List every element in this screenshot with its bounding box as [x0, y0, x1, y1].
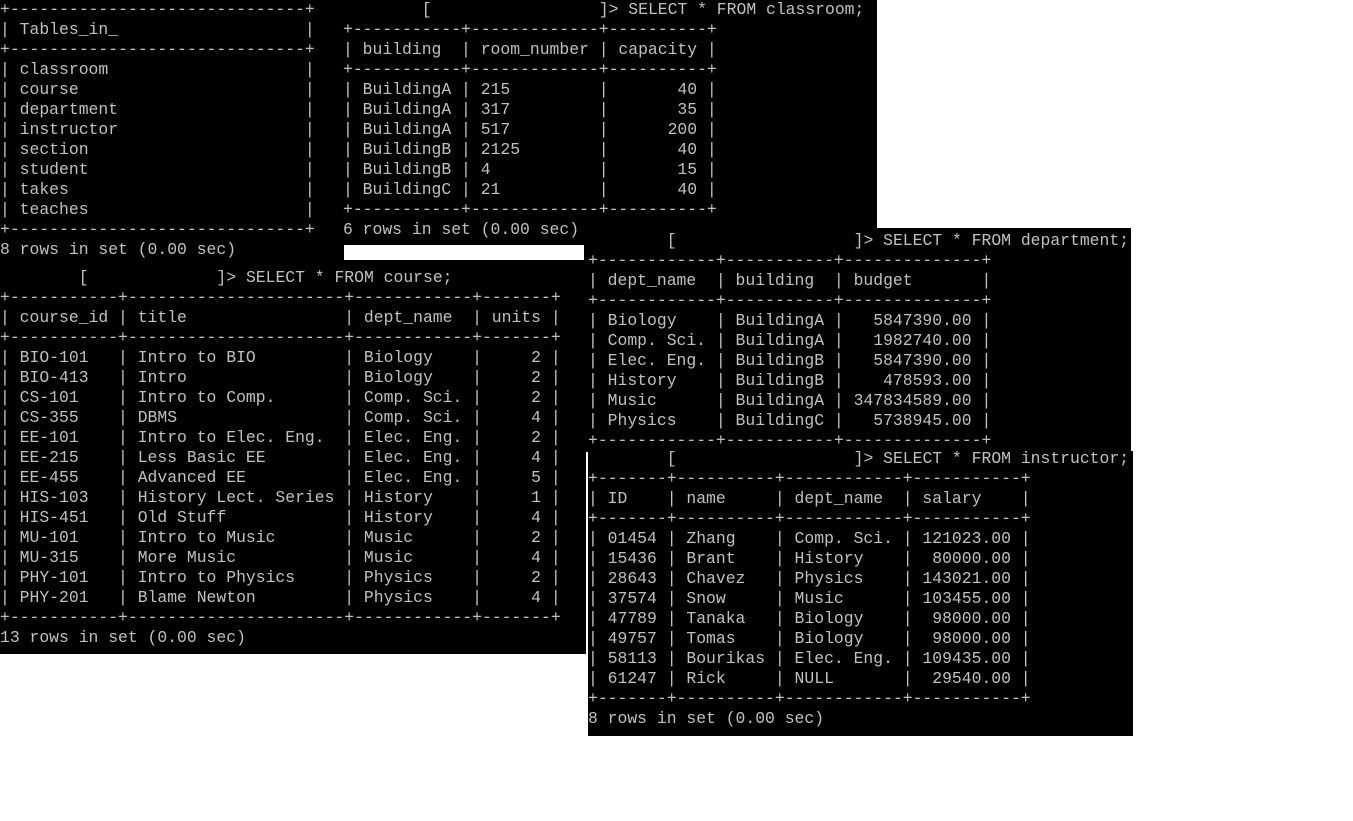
table-row: | EE-455 | Advanced EE | Elec. Eng. | 5 …: [0, 468, 561, 487]
table-border: +-----------+-------------+----------+: [343, 200, 717, 219]
table-row: | BuildingB | 4 | 15 |: [343, 160, 717, 179]
table-border: +------------------------------+: [0, 0, 315, 19]
instructor-output: [ ]> SELECT * FROM instructor; +-------+-…: [588, 451, 1129, 729]
table-border: +-----------+-------------+----------+: [343, 60, 717, 79]
table-row: | HIS-103 | History Lect. Series | Histo…: [0, 488, 561, 507]
table-row: | 61247 | Rick | NULL | 29540.00 |: [588, 669, 1031, 688]
table-row: | BuildingB | 2125 | 40 |: [343, 140, 717, 159]
table-row: | BuildingA | 215 | 40 |: [343, 80, 717, 99]
table-row: | takes |: [0, 180, 315, 199]
department-panel: [ ]> SELECT * FROM department; +---------…: [586, 228, 1131, 452]
table-header-row: | course_id | title | dept_name | units …: [0, 308, 561, 327]
table-row: | MU-101 | Intro to Music | Music | 2 |: [0, 528, 561, 547]
prompt-close: ]>: [853, 451, 884, 468]
status-line: 8 rows in set (0.00 sec): [588, 709, 825, 728]
table-row: | HIS-451 | Old Stuff | History | 4 |: [0, 508, 561, 527]
table-row: | teaches |: [0, 200, 315, 219]
tables-panel: +------------------------------+ | Tables…: [0, 0, 342, 260]
table-row: | Comp. Sci. | BuildingA | 1982740.00 |: [588, 331, 992, 350]
table-border: +------------+-----------+--------------…: [588, 291, 992, 310]
redacted-db-name: [432, 0, 599, 19]
table-row: | PHY-101 | Intro to Physics | Physics |…: [0, 568, 561, 587]
table-row: | 49757 | Tomas | Biology | 98000.00 |: [588, 629, 1031, 648]
table-border: +-------+----------+------------+-------…: [588, 469, 1031, 488]
table-header-row: | building | room_number | capacity |: [343, 40, 717, 59]
sql-query: SELECT * FROM department;: [883, 231, 1130, 250]
table-border: +-------+----------+------------+-------…: [588, 689, 1031, 708]
table-row: | PHY-201 | Blame Newton | Physics | 4 |: [0, 588, 561, 607]
table-row: | MU-315 | More Music | Music | 4 |: [0, 548, 561, 567]
table-border: +------------+-----------+--------------…: [588, 431, 992, 450]
table-row: | 37574 | Snow | Music | 103455.00 |: [588, 589, 1031, 608]
table-row: | student |: [0, 160, 315, 179]
table-border: +-----------+----------------------+----…: [0, 288, 561, 307]
prompt-close: ]>: [598, 0, 629, 19]
table-row: | Biology | BuildingA | 5847390.00 |: [588, 311, 992, 330]
table-header-row: | Tables_in_ |: [0, 20, 315, 39]
table-row: | 47789 | Tanaka | Biology | 98000.00 |: [588, 609, 1031, 628]
table-border: +-------+----------+------------+-------…: [588, 509, 1031, 528]
redacted-db-name: [89, 268, 217, 287]
table-row: | Music | BuildingA | 347834589.00 |: [588, 391, 992, 410]
table-row: | EE-215 | Less Basic EE | Elec. Eng. | …: [0, 448, 561, 467]
table-row: | CS-355 | DBMS | Comp. Sci. | 4 |: [0, 408, 561, 427]
table-header-row: | ID | name | dept_name | salary |: [588, 489, 1031, 508]
table-header-row: | dept_name | building | budget |: [588, 271, 992, 290]
table-border: +------------+-----------+--------------…: [588, 251, 992, 270]
redacted-db-name: [677, 451, 854, 468]
table-border: +-----------+-------------+----------+: [343, 20, 717, 39]
table-row: | section |: [0, 140, 315, 159]
table-border: +-----------+----------------------+----…: [0, 608, 561, 627]
sql-query: SELECT * FROM instructor;: [883, 451, 1130, 468]
table-row: | BIO-413 | Intro | Biology | 2 |: [0, 368, 561, 387]
prompt-line: [ ]> SELECT * FROM instructor;: [588, 451, 1129, 469]
table-row: | department |: [0, 100, 315, 119]
redacted-db-name: [677, 231, 854, 250]
table-border: +------------------------------+: [0, 220, 315, 239]
table-row: | EE-101 | Intro to Elec. Eng. | Elec. E…: [0, 428, 561, 447]
status-line: 8 rows in set (0.00 sec): [0, 240, 237, 259]
sql-query: SELECT * FROM classroom;: [628, 0, 865, 19]
table-row: | classroom |: [0, 60, 315, 79]
prompt-open: [: [78, 268, 89, 287]
table-row: | History | BuildingB | 478593.00 |: [588, 371, 992, 390]
table-row: | Elec. Eng. | BuildingB | 5847390.00 |: [588, 351, 992, 370]
classroom-panel: [ ]> SELECT * FROM classroom; +----------…: [340, 0, 877, 245]
instructor-panel: [ ]> SELECT * FROM instructor; +-------+-…: [588, 451, 1133, 736]
table-row: | 28643 | Chavez | Physics | 143021.00 |: [588, 569, 1031, 588]
table-row: | 01454 | Zhang | Comp. Sci. | 121023.00…: [588, 529, 1031, 548]
prompt-line: [ ]> SELECT * FROM classroom;: [343, 0, 865, 20]
prompt-open: [: [666, 231, 677, 250]
tables-output: +------------------------------+ | Tables…: [0, 0, 315, 260]
course-output: [ ]> SELECT * FROM course; +-----------+-…: [0, 268, 561, 648]
table-row: | CS-101 | Intro to Comp. | Comp. Sci. |…: [0, 388, 561, 407]
prompt-open: [: [666, 451, 677, 468]
course-panel: [ ]> SELECT * FROM course; +-----------+-…: [0, 260, 586, 654]
prompt-open: [: [421, 0, 432, 19]
prompt-line: [ ]> SELECT * FROM course;: [0, 268, 561, 288]
department-output: [ ]> SELECT * FROM department; +---------…: [588, 231, 1129, 451]
table-row: | 15436 | Brant | History | 80000.00 |: [588, 549, 1031, 568]
table-row: | BIO-101 | Intro to BIO | Biology | 2 |: [0, 348, 561, 367]
status-line: 13 rows in set (0.00 sec): [0, 628, 246, 647]
prompt-close: ]>: [216, 268, 246, 287]
table-row: | instructor |: [0, 120, 315, 139]
sql-query: SELECT * FROM course;: [245, 268, 453, 287]
table-row: | 58113 | Bourikas | Elec. Eng. | 109435…: [588, 649, 1031, 668]
table-row: | course |: [0, 80, 315, 99]
table-row: | BuildingA | 517 | 200 |: [343, 120, 717, 139]
table-border: +------------------------------+: [0, 40, 315, 59]
prompt-line: [ ]> SELECT * FROM department;: [588, 231, 1129, 251]
table-row: | BuildingC | 21 | 40 |: [343, 180, 717, 199]
table-row: | Physics | BuildingC | 5738945.00 |: [588, 411, 992, 430]
table-border: +-----------+----------------------+----…: [0, 328, 561, 347]
prompt-close: ]>: [853, 231, 884, 250]
classroom-output: [ ]> SELECT * FROM classroom; +----------…: [343, 0, 864, 240]
table-row: | BuildingA | 317 | 35 |: [343, 100, 717, 119]
